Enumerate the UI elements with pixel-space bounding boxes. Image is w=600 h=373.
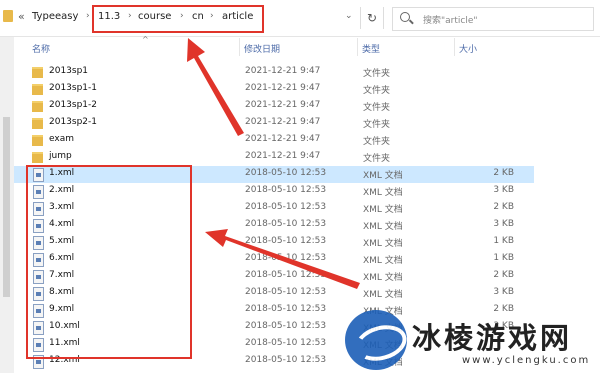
watermark-url: www.yclengku.com [462, 355, 591, 366]
watermark-logo [345, 310, 407, 370]
watermark-title: 冰棱游戏网 [412, 321, 573, 355]
arrow-to-path [187, 38, 244, 136]
arrow-to-files [205, 229, 360, 289]
